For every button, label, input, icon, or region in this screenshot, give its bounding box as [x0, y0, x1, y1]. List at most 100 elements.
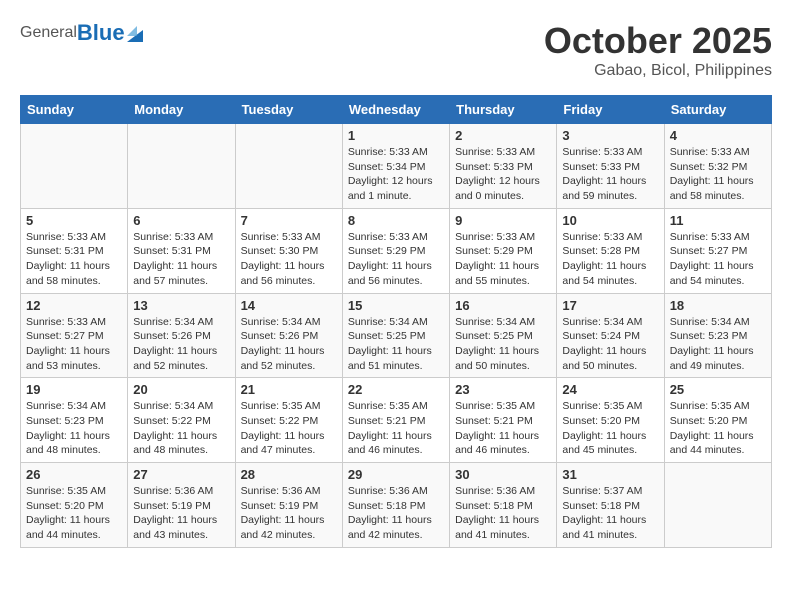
calendar-cell: 3 Sunrise: 5:33 AM Sunset: 5:33 PM Daylig… — [557, 124, 664, 209]
logo-general-text: General — [20, 24, 77, 42]
calendar-cell: 10Sunrise: 5:33 AM Sunset: 5:28 PM Dayli… — [557, 208, 664, 293]
day-info: Sunrise: 5:35 AM Sunset: 5:21 PM Dayligh… — [348, 399, 444, 458]
calendar-cell: 5 Sunrise: 5:33 AM Sunset: 5:31 PM Daylig… — [21, 208, 128, 293]
calendar-title-block: October 2025 Gabao, Bicol, Philippines — [544, 20, 772, 80]
calendar-cell: 30 Sunrise: 5:36 AM Sunset: 5:18 PM Dayli… — [450, 463, 557, 548]
calendar-cell: 31 Sunrise: 5:37 AM Sunset: 5:18 PM Dayli… — [557, 463, 664, 548]
col-wednesday: Wednesday — [342, 96, 449, 124]
calendar-cell: 18 Sunrise: 5:34 AM Sunset: 5:23 PM Dayli… — [664, 293, 771, 378]
day-number: 21 — [241, 382, 337, 397]
day-info: Sunrise: 5:33 AM Sunset: 5:31 PM Dayligh… — [133, 230, 229, 289]
day-number: 23 — [455, 382, 551, 397]
day-info: Sunrise: 5:33 AM Sunset: 5:31 PM Dayligh… — [26, 230, 122, 289]
col-sunday: Sunday — [21, 96, 128, 124]
day-info: Sunrise: 5:34 AM Sunset: 5:22 PM Dayligh… — [133, 399, 229, 458]
day-number: 29 — [348, 467, 444, 482]
day-number: 31 — [562, 467, 658, 482]
calendar-cell: 21 Sunrise: 5:35 AM Sunset: 5:22 PM Dayli… — [235, 378, 342, 463]
calendar-cell: 25 Sunrise: 5:35 AM Sunset: 5:20 PM Dayli… — [664, 378, 771, 463]
logo-blue-text: Blue — [77, 20, 125, 46]
day-info: Sunrise: 5:36 AM Sunset: 5:18 PM Dayligh… — [455, 484, 551, 543]
day-info: Sunrise: 5:34 AM Sunset: 5:23 PM Dayligh… — [670, 315, 766, 374]
day-info: Sunrise: 5:34 AM Sunset: 5:26 PM Dayligh… — [133, 315, 229, 374]
day-number: 12 — [26, 298, 122, 313]
day-info: Sunrise: 5:36 AM Sunset: 5:19 PM Dayligh… — [241, 484, 337, 543]
day-number: 18 — [670, 298, 766, 313]
day-number: 5 — [26, 213, 122, 228]
day-number: 27 — [133, 467, 229, 482]
calendar-cell: 22 Sunrise: 5:35 AM Sunset: 5:21 PM Dayli… — [342, 378, 449, 463]
calendar-cell: 13 Sunrise: 5:34 AM Sunset: 5:26 PM Dayli… — [128, 293, 235, 378]
day-info: Sunrise: 5:35 AM Sunset: 5:21 PM Dayligh… — [455, 399, 551, 458]
calendar-week-row: 26 Sunrise: 5:35 AM Sunset: 5:20 PM Dayli… — [21, 463, 772, 548]
day-number: 9 — [455, 213, 551, 228]
day-number: 26 — [26, 467, 122, 482]
calendar-cell — [664, 463, 771, 548]
calendar-cell: 26 Sunrise: 5:35 AM Sunset: 5:20 PM Dayli… — [21, 463, 128, 548]
calendar-cell: 8Sunrise: 5:33 AM Sunset: 5:29 PM Daylig… — [342, 208, 449, 293]
calendar-cell: 14Sunrise: 5:34 AM Sunset: 5:26 PM Dayli… — [235, 293, 342, 378]
calendar-week-row: 12 Sunrise: 5:33 AM Sunset: 5:27 PM Dayli… — [21, 293, 772, 378]
calendar-cell: 24 Sunrise: 5:35 AM Sunset: 5:20 PM Dayli… — [557, 378, 664, 463]
calendar-subtitle: Gabao, Bicol, Philippines — [544, 62, 772, 80]
day-number: 19 — [26, 382, 122, 397]
day-number: 17 — [562, 298, 658, 313]
calendar-cell — [235, 124, 342, 209]
col-saturday: Saturday — [664, 96, 771, 124]
day-info: Sunrise: 5:36 AM Sunset: 5:19 PM Dayligh… — [133, 484, 229, 543]
day-info: Sunrise: 5:33 AM Sunset: 5:27 PM Dayligh… — [26, 315, 122, 374]
day-number: 22 — [348, 382, 444, 397]
day-info: Sunrise: 5:33 AM Sunset: 5:29 PM Dayligh… — [455, 230, 551, 289]
calendar-cell: 16 Sunrise: 5:34 AM Sunset: 5:25 PM Dayli… — [450, 293, 557, 378]
calendar-cell: 19Sunrise: 5:34 AM Sunset: 5:23 PM Dayli… — [21, 378, 128, 463]
calendar-cell: 23 Sunrise: 5:35 AM Sunset: 5:21 PM Dayli… — [450, 378, 557, 463]
calendar-cell: 1Sunrise: 5:33 AM Sunset: 5:34 PM Daylig… — [342, 124, 449, 209]
logo-arrow-icon — [127, 24, 143, 42]
day-number: 20 — [133, 382, 229, 397]
day-number: 16 — [455, 298, 551, 313]
day-info: Sunrise: 5:33 AM Sunset: 5:28 PM Dayligh… — [562, 230, 658, 289]
day-number: 1 — [348, 128, 444, 143]
calendar-cell — [21, 124, 128, 209]
calendar-week-row: 5 Sunrise: 5:33 AM Sunset: 5:31 PM Daylig… — [21, 208, 772, 293]
day-number: 14 — [241, 298, 337, 313]
calendar-cell: 29Sunrise: 5:36 AM Sunset: 5:18 PM Dayli… — [342, 463, 449, 548]
day-number: 3 — [562, 128, 658, 143]
day-info: Sunrise: 5:34 AM Sunset: 5:24 PM Dayligh… — [562, 315, 658, 374]
day-info: Sunrise: 5:35 AM Sunset: 5:20 PM Dayligh… — [562, 399, 658, 458]
day-info: Sunrise: 5:33 AM Sunset: 5:27 PM Dayligh… — [670, 230, 766, 289]
calendar-cell: 9 Sunrise: 5:33 AM Sunset: 5:29 PM Daylig… — [450, 208, 557, 293]
col-thursday: Thursday — [450, 96, 557, 124]
day-number: 8 — [348, 213, 444, 228]
day-number: 13 — [133, 298, 229, 313]
calendar-title: October 2025 — [544, 20, 772, 62]
page-header: General Blue October 2025 Gabao, Bicol, … — [20, 20, 772, 80]
calendar-cell: 27 Sunrise: 5:36 AM Sunset: 5:19 PM Dayli… — [128, 463, 235, 548]
calendar-table: Sunday Monday Tuesday Wednesday Thursday… — [20, 95, 772, 548]
day-info: Sunrise: 5:35 AM Sunset: 5:20 PM Dayligh… — [670, 399, 766, 458]
day-number: 24 — [562, 382, 658, 397]
day-info: Sunrise: 5:37 AM Sunset: 5:18 PM Dayligh… — [562, 484, 658, 543]
calendar-week-row: 1Sunrise: 5:33 AM Sunset: 5:34 PM Daylig… — [21, 124, 772, 209]
day-info: Sunrise: 5:33 AM Sunset: 5:33 PM Dayligh… — [455, 145, 551, 204]
day-number: 25 — [670, 382, 766, 397]
logo: General Blue — [20, 20, 143, 46]
day-info: Sunrise: 5:34 AM Sunset: 5:25 PM Dayligh… — [348, 315, 444, 374]
calendar-cell: 17 Sunrise: 5:34 AM Sunset: 5:24 PM Dayli… — [557, 293, 664, 378]
calendar-cell: 15Sunrise: 5:34 AM Sunset: 5:25 PM Dayli… — [342, 293, 449, 378]
day-number: 28 — [241, 467, 337, 482]
day-number: 30 — [455, 467, 551, 482]
day-info: Sunrise: 5:33 AM Sunset: 5:33 PM Dayligh… — [562, 145, 658, 204]
calendar-week-row: 19Sunrise: 5:34 AM Sunset: 5:23 PM Dayli… — [21, 378, 772, 463]
day-info: Sunrise: 5:35 AM Sunset: 5:22 PM Dayligh… — [241, 399, 337, 458]
col-monday: Monday — [128, 96, 235, 124]
calendar-cell: 20 Sunrise: 5:34 AM Sunset: 5:22 PM Dayli… — [128, 378, 235, 463]
day-info: Sunrise: 5:34 AM Sunset: 5:25 PM Dayligh… — [455, 315, 551, 374]
day-number: 6 — [133, 213, 229, 228]
day-info: Sunrise: 5:33 AM Sunset: 5:32 PM Dayligh… — [670, 145, 766, 204]
col-tuesday: Tuesday — [235, 96, 342, 124]
day-number: 7 — [241, 213, 337, 228]
day-info: Sunrise: 5:35 AM Sunset: 5:20 PM Dayligh… — [26, 484, 122, 543]
calendar-cell: 6 Sunrise: 5:33 AM Sunset: 5:31 PM Daylig… — [128, 208, 235, 293]
day-number: 11 — [670, 213, 766, 228]
